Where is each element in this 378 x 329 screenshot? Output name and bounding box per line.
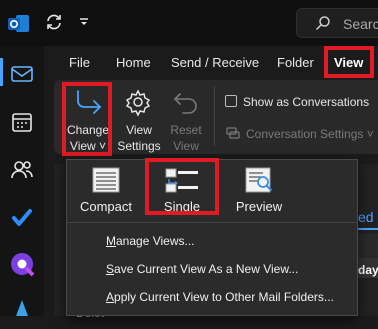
preview-label: Preview — [235, 199, 283, 214]
view-settings-label-2: Settings — [117, 139, 161, 153]
single-view-highlight — [145, 158, 219, 215]
tab-home[interactable]: Home — [116, 55, 151, 70]
view-settings-label-1: View — [126, 123, 152, 137]
search-placeholder: Searc — [343, 16, 378, 32]
todo-icon[interactable] — [6, 202, 38, 234]
menu-item-manage-views[interactable]: Manage Views... — [106, 234, 195, 248]
calendar-icon[interactable] — [6, 106, 38, 138]
tab-view[interactable]: View — [334, 55, 363, 70]
people-icon[interactable] — [6, 154, 38, 186]
save-view-accel: S — [106, 262, 115, 276]
tab-send-receive[interactable]: Send / Receive — [171, 55, 259, 70]
show-as-conversations-checkbox[interactable] — [225, 95, 237, 107]
view-option-compact[interactable]: Compact — [71, 165, 141, 215]
reset-view-label-2: View — [173, 139, 199, 153]
manage-views-text: anage Views... — [116, 234, 195, 248]
compact-view-icon — [91, 167, 121, 193]
view-settings-button[interactable]: View Settings — [114, 122, 164, 154]
menu-item-apply-current-view[interactable]: Apply Current View to Other Mail Folders… — [106, 290, 334, 304]
sync-icon[interactable] — [44, 12, 64, 32]
reset-view-button[interactable]: Reset View — [164, 122, 208, 154]
tab-folder[interactable]: Folder — [277, 55, 314, 70]
view-settings-icon — [122, 86, 154, 118]
apply-view-text: pply Current View to Other Mail Folders.… — [114, 290, 334, 304]
dropdown-separator — [67, 222, 357, 223]
pane-day-fragment: day — [358, 263, 378, 277]
pane-toolbar — [358, 234, 378, 258]
menu-item-save-current-view[interactable]: Save Current View As a New View... — [106, 262, 298, 276]
save-view-text: ave Current View As a New View... — [114, 262, 299, 276]
reset-view-icon — [170, 86, 202, 118]
quick-access-dropdown-icon[interactable] — [78, 15, 90, 25]
search-box[interactable]: Searc — [296, 8, 378, 38]
apply-view-accel: A — [106, 290, 115, 304]
pane-tab-fragment: ed — [358, 209, 374, 225]
outlook-logo-icon — [8, 14, 30, 34]
change-view-highlight — [62, 82, 112, 156]
rail-active-indicator — [0, 58, 3, 86]
ribbon-divider — [214, 86, 215, 146]
search-icon — [315, 15, 331, 31]
conversation-settings-button[interactable]: Conversation Settings ˅ — [246, 127, 374, 141]
reset-view-label-1: Reset — [170, 123, 202, 137]
office-app-icon[interactable] — [6, 294, 38, 326]
preview-view-icon — [244, 167, 274, 193]
conversation-settings-icon — [226, 126, 240, 140]
mail-icon[interactable] — [6, 58, 38, 90]
compact-label: Compact — [79, 199, 133, 214]
tab-file[interactable]: File — [69, 55, 90, 70]
loop-app-icon[interactable] — [6, 248, 38, 280]
view-option-preview[interactable]: Preview — [224, 165, 294, 215]
show-as-conversations-label: Show as Conversations — [243, 95, 370, 109]
manage-views-accel: M — [106, 234, 116, 248]
